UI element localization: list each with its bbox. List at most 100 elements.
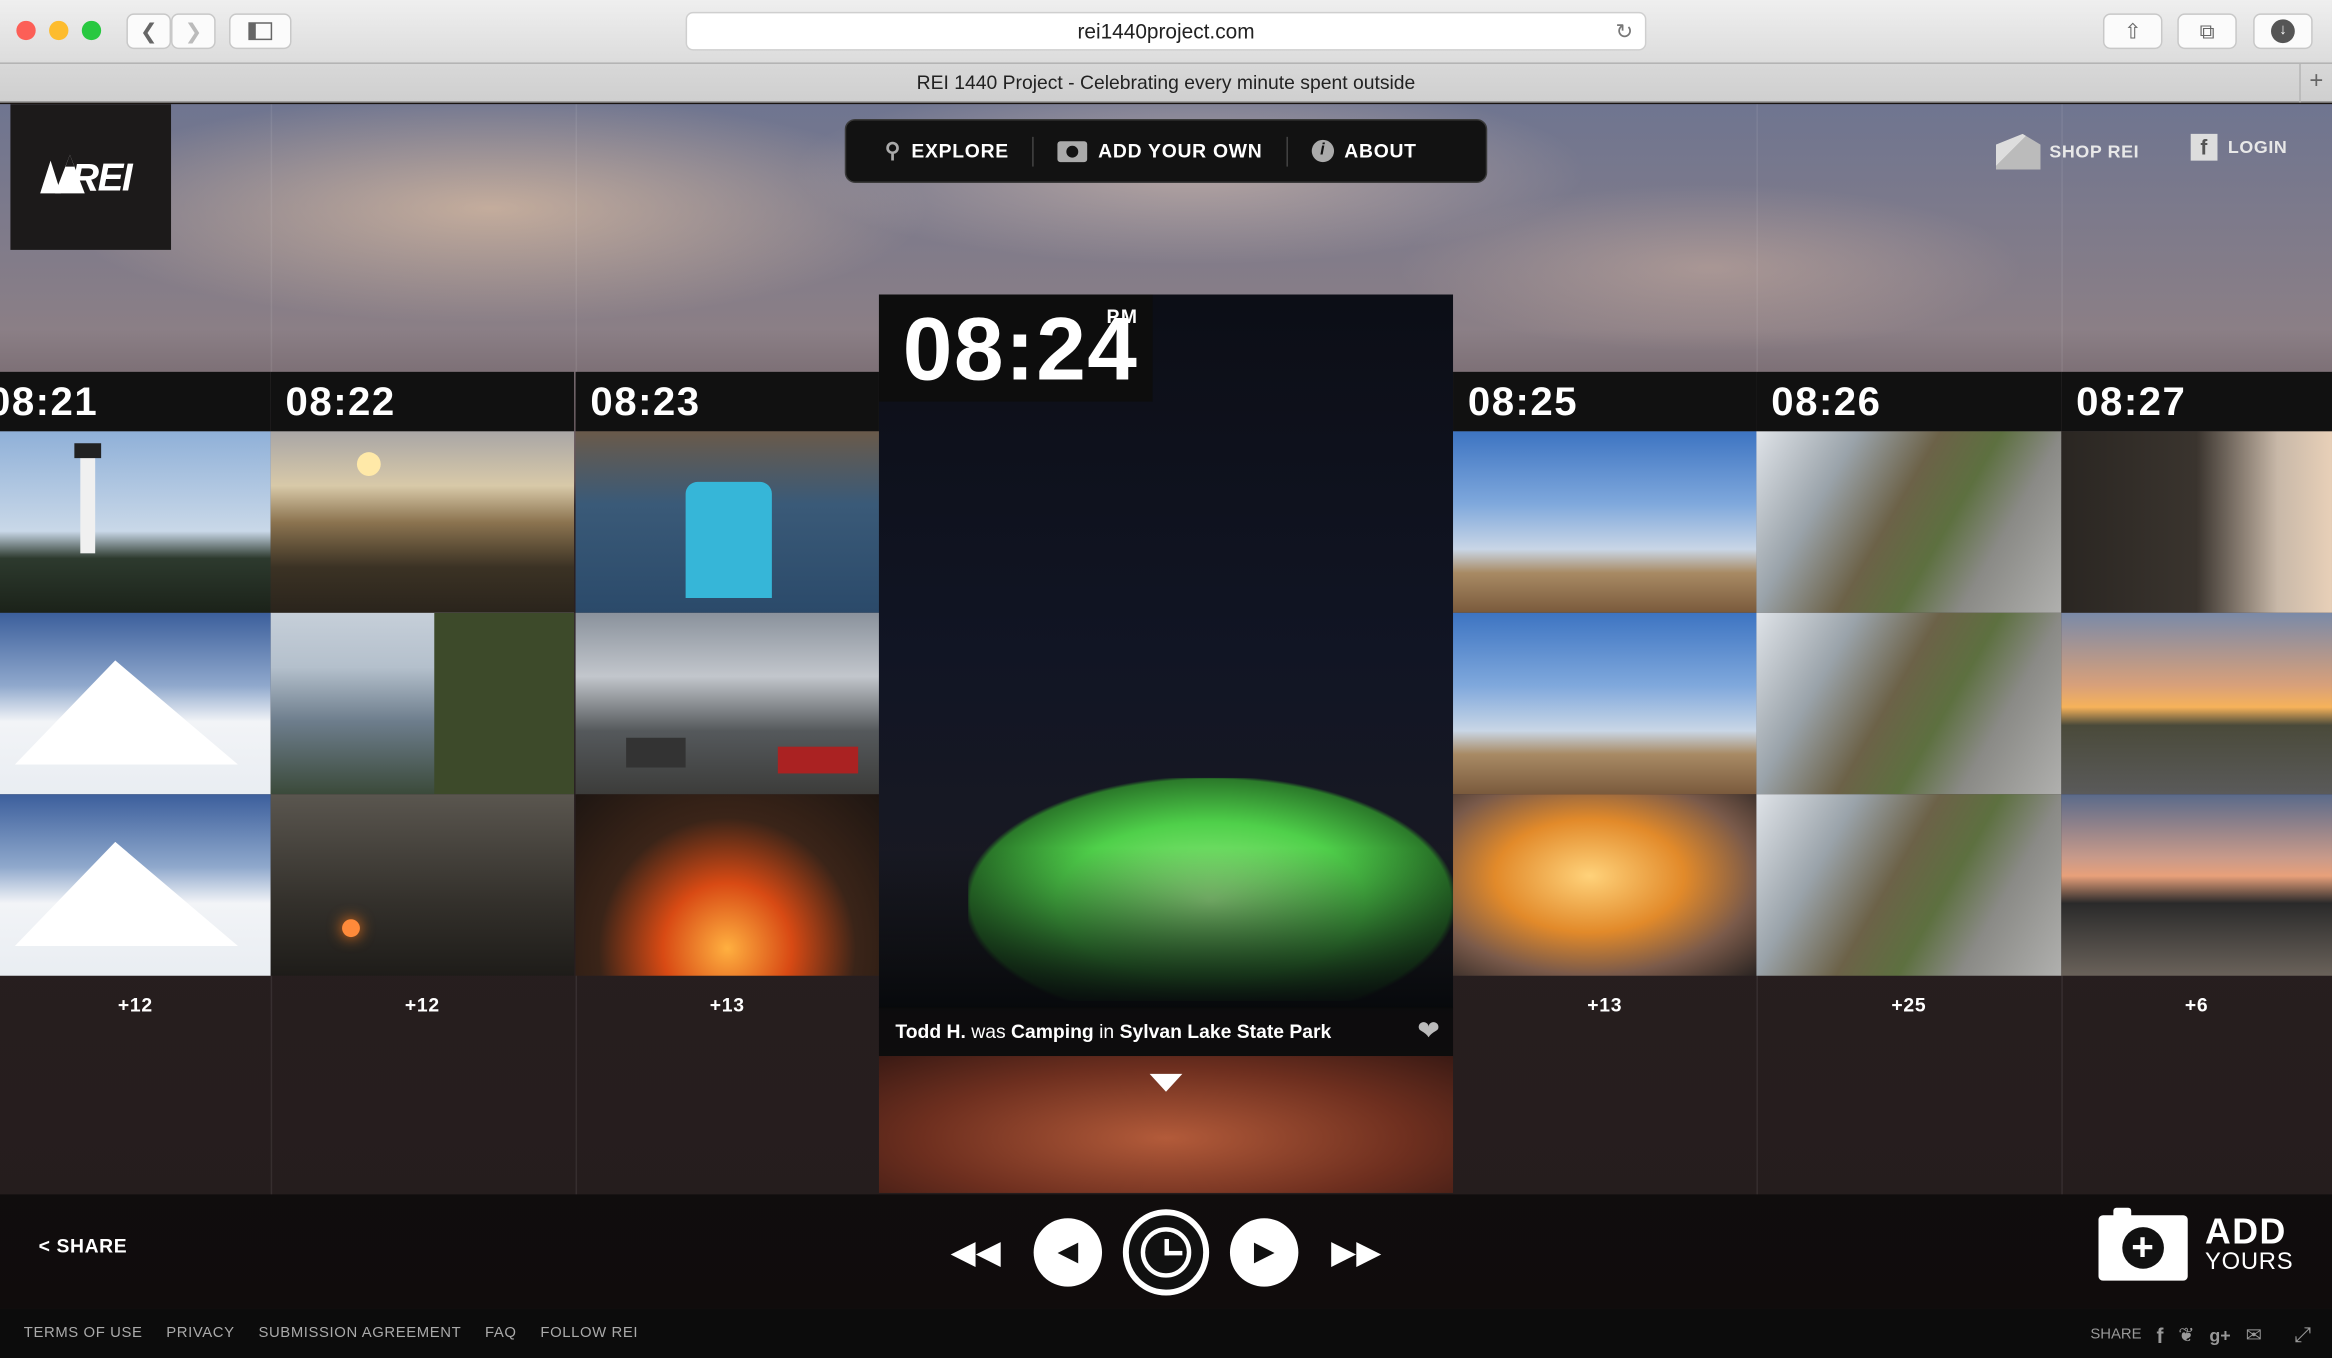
rei-logo[interactable]: REI	[10, 104, 172, 250]
caption-was: was	[971, 1020, 1006, 1043]
photo-tile[interactable]	[575, 431, 879, 613]
caption-in: in	[1099, 1020, 1115, 1043]
bottom-bar: < SHARE ◀◀ ◀ ▶ ▶▶ + ADD YOURS	[0, 1194, 2332, 1309]
nav-about[interactable]: i ABOUT	[1311, 120, 1417, 181]
fast-forward-button[interactable]: ▶▶	[1331, 1232, 1381, 1271]
zoom-window-icon[interactable]	[81, 20, 102, 41]
photo-tile[interactable]	[1756, 612, 2062, 795]
footer-link-faq[interactable]: FAQ	[485, 1325, 517, 1341]
facebook-icon[interactable]: f	[2156, 1323, 2163, 1347]
caption-place[interactable]: Sylvan Lake State Park	[1120, 1020, 1332, 1042]
photo-tile[interactable]	[270, 431, 575, 613]
photo-tile[interactable]	[270, 794, 575, 976]
add-label: ADD	[2204, 1212, 2287, 1253]
footer-link-privacy[interactable]: PRIVACY	[166, 1325, 234, 1341]
photo-tile[interactable]	[1453, 794, 1757, 976]
login-link[interactable]: f LOGIN	[2190, 133, 2288, 161]
tab-bar: REI 1440 Project - Celebrating every min…	[0, 63, 2332, 103]
nav-about-label: ABOUT	[1344, 139, 1417, 163]
photo-tile[interactable]	[1453, 612, 1757, 795]
rewind-button[interactable]: ◀◀	[951, 1232, 1001, 1271]
twitter-icon[interactable]: ❦	[2178, 1323, 2194, 1347]
downloads-button[interactable]: ↓	[2253, 13, 2313, 50]
expand-down-icon[interactable]	[1149, 1073, 1183, 1092]
tab-title[interactable]: REI 1440 Project - Celebrating every min…	[917, 71, 1416, 93]
email-icon[interactable]: ✉	[2246, 1323, 2262, 1347]
nav-explore-label: EXPLORE	[911, 139, 1009, 163]
heart-icon[interactable]: ❤	[1417, 1016, 1439, 1046]
photo-tile[interactable]	[0, 431, 271, 613]
share-label: SHARE	[56, 1234, 128, 1257]
google-plus-icon[interactable]: g+	[2209, 1325, 2230, 1346]
back-button[interactable]: ❮	[126, 13, 172, 50]
new-tab-button[interactable]: +	[2299, 63, 2332, 103]
add-yours-button[interactable]: + ADD YOURS	[2097, 1207, 2293, 1281]
more-count[interactable]: +12	[271, 976, 574, 1035]
featured-caption: Todd H. was Camping in Sylvan Lake State…	[878, 1006, 1454, 1057]
minute-header[interactable]: 08:25	[1453, 371, 1757, 432]
close-window-icon[interactable]	[16, 20, 36, 41]
camera-icon	[1058, 140, 1088, 162]
photo-tile[interactable]	[2061, 612, 2332, 795]
mountain-tree-icon	[40, 154, 85, 194]
photo-tile[interactable]	[1756, 794, 2062, 976]
more-count[interactable]: +6	[2061, 976, 2332, 1035]
photo-tile[interactable]	[2061, 431, 2332, 613]
minimize-window-icon[interactable]	[49, 20, 69, 41]
photo-tile[interactable]	[270, 612, 575, 795]
minute-header[interactable]: 08:22	[270, 371, 575, 432]
nav-explore[interactable]: ⚲ EXPLORE	[885, 120, 1009, 181]
add-photo-icon: +	[2097, 1207, 2188, 1281]
sidebar-toggle-button[interactable]	[229, 13, 292, 50]
photo-tile[interactable]	[1756, 431, 2062, 613]
nav-divider	[1286, 136, 1288, 166]
clock-button[interactable]	[1122, 1208, 1210, 1295]
minute-header[interactable]: 08:26	[1756, 371, 2062, 432]
play-button[interactable]: ▶	[1229, 1217, 1299, 1286]
more-count[interactable]: +25	[1756, 976, 2061, 1035]
minute-column: 08:25 +13	[1453, 371, 1757, 1035]
photo-tile[interactable]	[0, 794, 271, 976]
login-label: LOGIN	[2227, 136, 2288, 158]
photo-tile[interactable]	[0, 612, 271, 795]
reload-icon[interactable]: ↻	[1616, 13, 1633, 49]
download-icon: ↓	[2271, 19, 2295, 44]
share-icon: ⇧	[2123, 18, 2142, 43]
magnifier-icon: ⚲	[884, 138, 901, 163]
fullscreen-icon[interactable]: ⤢	[2295, 1322, 2312, 1347]
photo-tile[interactable]	[1453, 431, 1757, 613]
nav-add-your-own[interactable]: ADD YOUR OWN	[1058, 120, 1262, 181]
share-nodes-icon: <	[38, 1234, 51, 1257]
minute-header[interactable]: 08:23	[575, 371, 879, 432]
minute-header[interactable]: 08:27	[2061, 371, 2332, 432]
minute-header[interactable]: 08:21	[0, 371, 271, 432]
footer-link-submission[interactable]: SUBMISSION AGREEMENT	[258, 1325, 461, 1341]
tabs-button[interactable]: ⧉	[2177, 13, 2237, 50]
previous-button[interactable]: ◀	[1033, 1217, 1103, 1286]
footer-link-follow[interactable]: FOLLOW REI	[540, 1325, 638, 1341]
caption-activity[interactable]: Camping	[1011, 1020, 1094, 1042]
featured-photo-panel[interactable]: 08:24 PM Todd H. was Camping in Sylvan L…	[878, 294, 1454, 1193]
caption-user[interactable]: Todd H.	[895, 1020, 966, 1042]
share-page-button[interactable]: ⇧	[2102, 13, 2163, 50]
play-icon: ▶	[1253, 1236, 1275, 1266]
player-controls: ◀◀ ◀ ▶ ▶▶	[879, 1194, 1453, 1309]
photo-tile[interactable]	[575, 612, 879, 795]
photo-tile[interactable]	[2061, 794, 2332, 976]
more-count[interactable]: +13	[1453, 976, 1756, 1035]
more-count[interactable]: +12	[0, 976, 271, 1035]
more-count[interactable]: +13	[576, 976, 879, 1035]
featured-ampm: PM	[1106, 304, 1139, 328]
address-bar[interactable]: rei1440project.com ↻	[685, 11, 1647, 51]
forward-button[interactable]: ❯	[171, 13, 216, 50]
shop-rei-link[interactable]: SHOP REI	[1995, 133, 2139, 170]
minute-column: 08:26 +25	[1756, 371, 2062, 1035]
add-yours-text: ADD YOURS	[2204, 1212, 2293, 1277]
prev-icon: ◀	[1057, 1236, 1079, 1266]
featured-time-value: 08:24	[902, 298, 1139, 399]
store-icon	[1995, 133, 2041, 170]
page: REI ⚲ EXPLORE ADD YOUR OWN i ABOUT SHOP …	[0, 104, 2332, 1358]
share-button[interactable]: < SHARE	[39, 1235, 128, 1257]
footer-link-terms[interactable]: TERMS OF USE	[24, 1325, 143, 1341]
photo-tile[interactable]	[575, 794, 879, 976]
